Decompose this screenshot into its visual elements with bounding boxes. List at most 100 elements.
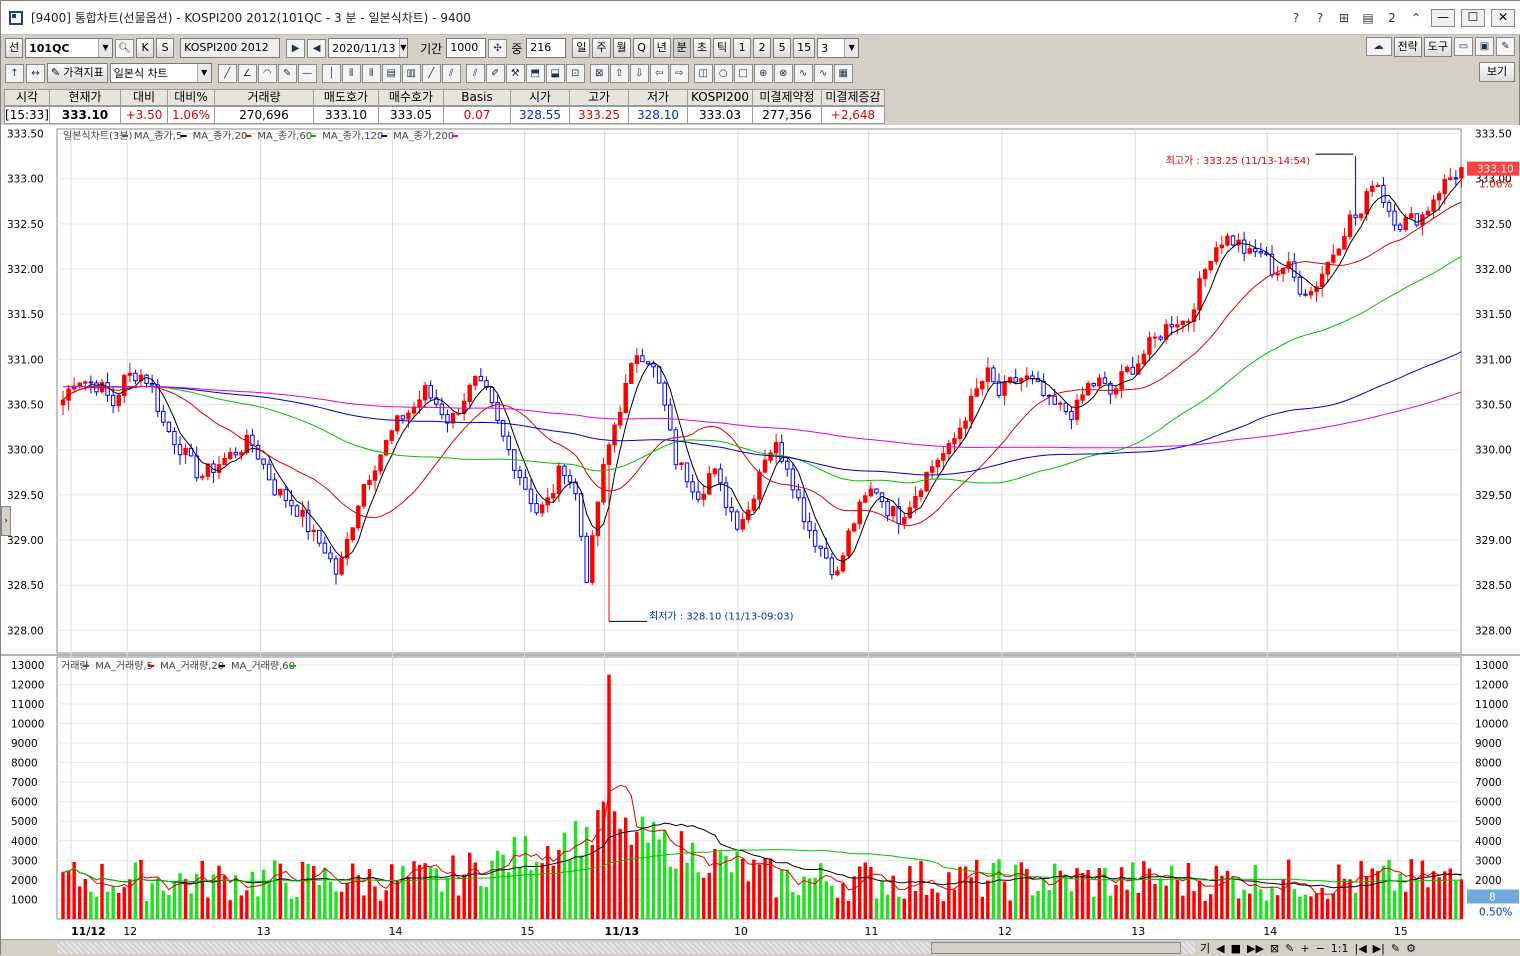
search-icon[interactable]: 🔍︎ — [115, 38, 135, 58]
zoom-in-icon[interactable]: + — [1299, 942, 1310, 955]
interval-button-1[interactable]: 주 — [592, 38, 611, 58]
strategy-button[interactable]: 전략 — [1393, 37, 1422, 57]
box-x-icon[interactable]: ⊠ — [589, 63, 609, 83]
square-icon[interactable]: □ — [733, 63, 753, 83]
arrow-left-icon[interactable]: ⇦ — [649, 63, 669, 83]
stop-icon[interactable]: ■ — [1230, 942, 1242, 955]
interval-button-9[interactable]: 2 — [753, 38, 772, 58]
minimize-button[interactable]: — — [1431, 9, 1455, 27]
maximize-button[interactable]: ☐ — [1461, 9, 1485, 27]
interval-button-11[interactable]: 15 — [793, 38, 816, 58]
side-panel-toggle[interactable]: › — [1, 506, 11, 536]
fib-time-icon[interactable]: ⦀ — [361, 63, 381, 83]
zoom-out-icon[interactable]: ⊗ — [773, 63, 793, 83]
chart-canvas[interactable]: 328.00 328.00 328.50 328.50 329.00 329.00 329.… — [1, 125, 1520, 941]
channel-icon[interactable]: ⫽ — [441, 63, 461, 83]
hline-icon[interactable]: — — [297, 63, 317, 83]
close-button[interactable]: ✕ — [1491, 9, 1515, 27]
interval-button-5[interactable]: 분 — [672, 38, 691, 58]
price-legend-item: MA_종가,5 — [134, 130, 182, 142]
arrow-down-icon[interactable]: ⇩ — [629, 63, 649, 83]
play-back-icon[interactable]: ◀ — [307, 38, 327, 58]
interval-button-10[interactable]: 5 — [773, 38, 792, 58]
interval-button-7[interactable]: 틱 — [713, 38, 732, 58]
save-icon[interactable]: ▣ — [1475, 37, 1494, 56]
scroll-left-icon[interactable]: ◀ — [1215, 942, 1225, 955]
price-indicator-button[interactable]: ✎ 가격지표 — [47, 63, 108, 83]
edit-icon[interactable]: ✎ — [1390, 942, 1401, 955]
period-input[interactable]: 1000 — [446, 38, 487, 58]
grid-v-icon[interactable]: ▥ — [401, 63, 421, 83]
fast-forward-icon[interactable]: ▶▶ — [1246, 942, 1265, 955]
chart-type-combobox[interactable]: 일본식 차트 ▼ — [109, 63, 212, 83]
fill2-icon[interactable]: ⬓ — [545, 63, 565, 83]
grid-toggle-icon[interactable]: ⊠ — [1269, 942, 1280, 955]
list-icon[interactable]: ▤ — [1359, 10, 1377, 26]
first-icon[interactable]: |◀ — [1354, 942, 1368, 955]
cloud-icon[interactable]: ☁ — [1365, 37, 1392, 56]
price-pane[interactable] — [56, 128, 1462, 654]
settings-icon[interactable]: ▦ — [833, 63, 853, 83]
ratio-label[interactable]: 1:1 — [1330, 942, 1350, 955]
draw-icon[interactable]: ✎ — [1284, 942, 1295, 955]
question-icon[interactable]: ? — [1311, 10, 1329, 26]
k-button[interactable]: K — [136, 38, 155, 58]
crosshair-icon[interactable]: ✣ — [488, 38, 508, 58]
view-button[interactable]: 보기 — [1479, 62, 1515, 82]
fib-icon[interactable]: ⦀ — [341, 63, 361, 83]
zoom-out-icon[interactable]: − — [1315, 942, 1326, 955]
interval-button-2[interactable]: 월 — [612, 38, 631, 58]
zoom-in-icon[interactable]: ⊕ — [753, 63, 773, 83]
wave2-icon[interactable]: ∿ — [813, 63, 833, 83]
tools-button[interactable]: 도구 — [1423, 37, 1452, 57]
grid-h-icon[interactable]: ▤ — [381, 63, 401, 83]
chart-scrollbar[interactable]: 기 ◀ ■ ▶▶ ⊠ ✎ + −1:1 |◀ ▶| ✎ ⚙ — [1, 939, 1520, 956]
frame-icon[interactable]: ◫ — [693, 63, 713, 83]
chevron-down-icon[interactable]: ▼ — [398, 39, 408, 57]
view-label[interactable]: 기 — [1199, 940, 1211, 956]
folder-icon[interactable]: ▭ — [1454, 37, 1473, 56]
arc-icon[interactable]: ◠ — [257, 63, 277, 83]
wrench-icon[interactable]: ✎ — [1496, 37, 1515, 56]
arrow-up-icon[interactable]: ⇧ — [609, 63, 629, 83]
interval-button-4[interactable]: 년 — [652, 38, 671, 58]
ray-icon[interactable]: ╱ — [421, 63, 441, 83]
arrow-up-icon[interactable]: ↑ — [5, 63, 24, 83]
hammer-icon[interactable]: ⚒ — [505, 63, 525, 83]
caret-up-icon[interactable]: ⌃ — [1407, 10, 1425, 26]
grid-icon[interactable]: ⊞ — [1335, 10, 1353, 26]
chevron-down-icon[interactable]: ▼ — [844, 39, 859, 57]
settings-icon[interactable]: ⚙ — [1405, 942, 1417, 955]
interval-button-8[interactable]: 1 — [733, 38, 752, 58]
vline-icon[interactable]: │ — [321, 63, 341, 83]
s-button[interactable]: S — [156, 38, 175, 58]
arrow-left-right-icon[interactable]: ↔ — [26, 63, 45, 83]
chevron-down-icon[interactable]: ▼ — [196, 64, 211, 82]
box-icon[interactable]: ⊡ — [565, 63, 585, 83]
parallel-icon[interactable]: ⫽ — [465, 63, 485, 83]
zoom-input[interactable]: 216 — [526, 38, 567, 58]
candle-up — [974, 388, 979, 397]
wave-icon[interactable]: ∿ — [793, 63, 813, 83]
two-icon[interactable]: 2 — [1383, 10, 1401, 26]
interval-button-0[interactable]: 일 — [572, 38, 591, 58]
trendline-icon[interactable]: ╱ — [217, 63, 237, 83]
last-icon[interactable]: ▶| — [1372, 942, 1386, 955]
angle-icon[interactable]: ∠ — [237, 63, 257, 83]
arrow-right-icon[interactable]: ⇨ — [669, 63, 689, 83]
interval-button-6[interactable]: 초 — [692, 38, 712, 58]
date-picker[interactable]: 2020/11/13 ▼ — [328, 38, 409, 58]
pen-icon[interactable]: ✎ — [277, 63, 297, 83]
help-icon[interactable]: ? — [1287, 10, 1305, 26]
fill-icon[interactable]: ⬒ — [525, 63, 545, 83]
chart-area[interactable]: 328.00 328.00 328.50 328.50 329.00 329.00 329.… — [1, 125, 1520, 941]
market-mode-button[interactable]: 선 — [5, 38, 24, 58]
circle-icon[interactable]: ○ — [713, 63, 733, 83]
play-forward-icon[interactable]: ▶ — [286, 38, 306, 58]
chevron-down-icon[interactable]: ▼ — [98, 39, 113, 57]
code-combobox[interactable]: 101QC ▼ — [25, 38, 114, 58]
eraser-icon[interactable]: ✐ — [485, 63, 505, 83]
scroll-thumb[interactable] — [931, 942, 1181, 954]
interval-button-3[interactable]: Q — [632, 38, 651, 58]
interval-combobox[interactable]: 3 ▼ — [817, 38, 860, 58]
